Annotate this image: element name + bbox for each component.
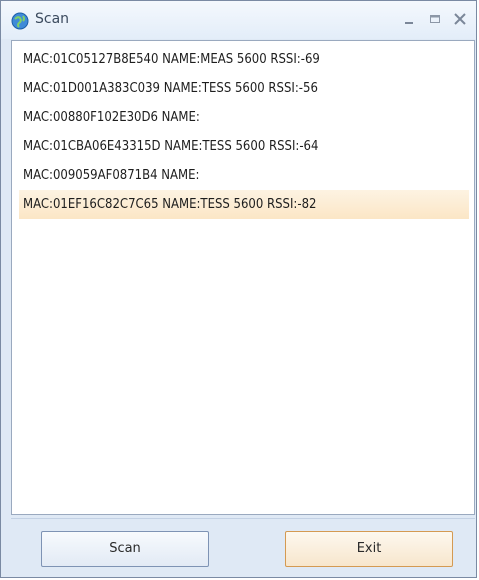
close-icon[interactable]	[450, 10, 470, 28]
device-row[interactable]: MAC:01CBA06E43315D NAME:TESS 5600 RSSI:-…	[19, 132, 469, 161]
minimize-icon[interactable]	[399, 10, 419, 28]
title-bar[interactable]: Scan	[1, 1, 476, 39]
device-row[interactable]: MAC:00880F102E30D6 NAME:	[19, 103, 469, 132]
device-list[interactable]: MAC:01C05127B8E540 NAME:MEAS 5600 RSSI:-…	[11, 40, 475, 515]
maximize-icon[interactable]	[425, 10, 445, 28]
exit-button[interactable]: Exit	[285, 531, 453, 567]
button-bar: Scan Exit	[11, 518, 475, 577]
window-title: Scan	[35, 11, 70, 27]
device-row[interactable]: MAC:01D001A383C039 NAME:TESS 5600 RSSI:-…	[19, 74, 469, 103]
scan-button[interactable]: Scan	[41, 531, 209, 567]
device-row[interactable]: MAC:01C05127B8E540 NAME:MEAS 5600 RSSI:-…	[19, 45, 469, 74]
device-row-selected[interactable]: MAC:01EF16C82C7C65 NAME:TESS 5600 RSSI:-…	[19, 190, 469, 219]
app-globe-icon	[11, 12, 29, 30]
device-row[interactable]: MAC:009059AF0871B4 NAME:	[19, 161, 469, 190]
scan-window: Scan MAC:01C05127B8E540 NAME:MEAS 5600 R…	[0, 0, 477, 578]
